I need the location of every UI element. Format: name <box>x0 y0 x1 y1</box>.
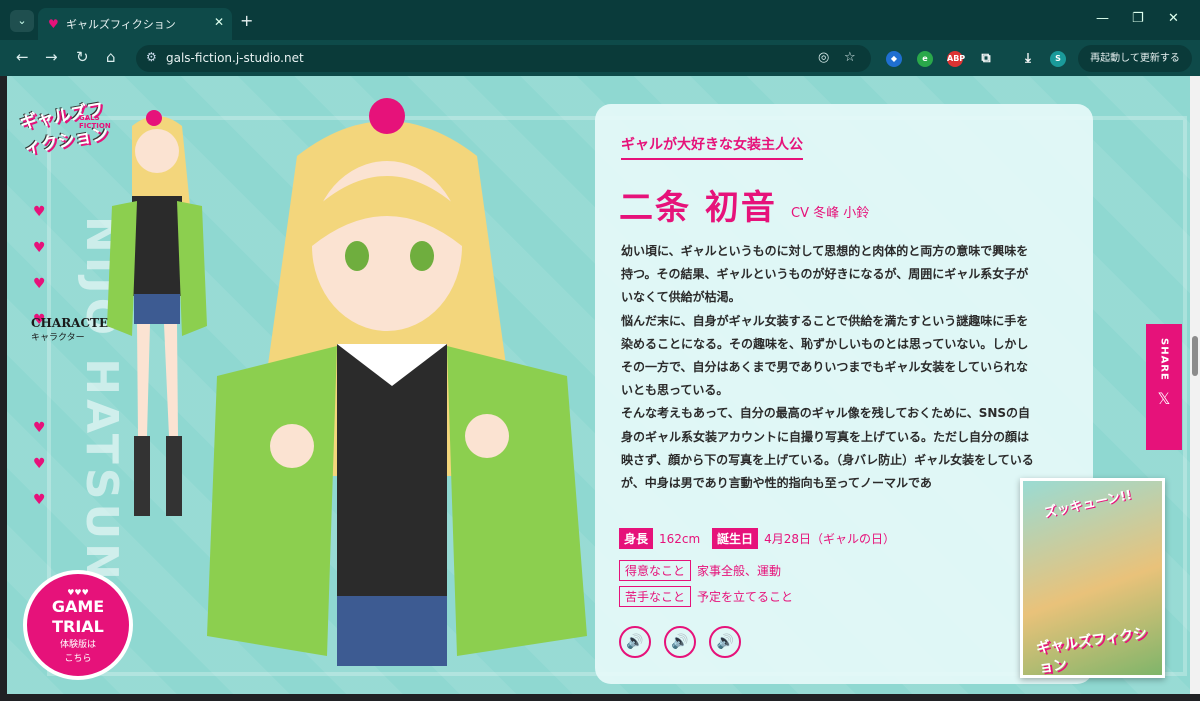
home-icon[interactable]: ⌂ <box>106 48 116 66</box>
trial-sub-line2: こちら <box>64 654 92 664</box>
page-content: ギャルズフィクション GALS FICTION NIJO HATSUNE ♥ ♥… <box>7 76 1192 694</box>
heart-nav-icon[interactable]: ♥ <box>33 420 49 456</box>
bio-paragraph: 幼い頃に、ギャルというものに対して思想的と肉体的と両方の意味で興味を持つ。その結… <box>621 244 1029 305</box>
good-label: 得意なこと <box>619 560 692 581</box>
voice-play-icon[interactable]: 🔊 <box>664 626 697 658</box>
character-name: 二条 初音 <box>619 188 777 228</box>
character-catchphrase: ギャルが大好きな女装主人公 <box>621 134 803 160</box>
tab-title: ギャルズフィクション <box>66 18 176 31</box>
character-thumbnail[interactable]: ズッキューン!! ギャルズフィクション <box>1020 478 1165 678</box>
bio-paragraph: 悩んだ末に、自身がギャル女装することで供給を満たすという謎趣味に手を染めることに… <box>621 313 1029 398</box>
voice-play-icon[interactable]: 🔊 <box>709 626 742 658</box>
heart-nav-icon[interactable]: ♥ <box>33 204 49 240</box>
bad-value: 予定を立てること <box>697 590 794 604</box>
scrollbar-thumb[interactable] <box>1192 336 1198 376</box>
character-main-image <box>207 98 587 666</box>
game-trial-button[interactable]: ♥♥♥ GAME TRIAL 体験版は こちら <box>23 570 133 680</box>
trial-hearts-icon: ♥♥♥ <box>67 588 89 597</box>
minimize-icon[interactable]: — <box>1096 11 1109 26</box>
share-label: SHARE <box>1158 338 1170 381</box>
maximize-icon[interactable]: ❐ <box>1132 11 1144 26</box>
new-tab-icon[interactable]: + <box>240 11 253 30</box>
heart-nav-icon[interactable]: ♥ <box>33 276 49 312</box>
forward-icon[interactable]: → <box>45 48 58 66</box>
heart-favicon-icon: ♥ <box>48 17 59 31</box>
good-at-row: 得意なこと 家事全般、運動 <box>619 560 789 581</box>
profile-stats-row: 身長 162cm 誕生日 4月28日（ギャルの日） <box>619 528 903 549</box>
adblock-extension-icon[interactable]: ABP <box>947 51 965 67</box>
birthday-label: 誕生日 <box>712 528 759 549</box>
bad-label: 苦手なこと <box>619 586 692 607</box>
x-logo-icon[interactable]: 𝕏 <box>1146 389 1182 408</box>
character-bio: 幼い頃に、ギャルというものに対して思想的と肉体的と両方の意味で興味を持つ。その結… <box>621 240 1037 488</box>
profile-avatar[interactable]: S <box>1050 51 1066 67</box>
heart-nav-icon[interactable]: ♥ <box>33 492 49 528</box>
trial-title-line2: TRIAL <box>52 617 104 636</box>
tab-bar: ⌄ ♥ ギャルズフィクション ✕ + — ❐ ✕ <box>0 0 1200 40</box>
site-info-icon[interactable]: ⚙ <box>146 50 157 64</box>
back-icon[interactable]: ← <box>16 48 29 66</box>
reload-icon[interactable]: ↻ <box>76 48 89 66</box>
diamond-extension-icon[interactable]: ◆ <box>886 51 902 67</box>
heart-nav-icon[interactable]: ♥ <box>33 240 49 276</box>
character-selector: ♥ ♥ ♥ ♥ ♥ ♥ ♥ <box>33 204 49 528</box>
share-button[interactable]: SHARE 𝕏 <box>1146 324 1182 450</box>
bio-paragraph: そんな考えもあって、自分の最高のギャル像を残しておくために、SNSの自身のギャル… <box>621 406 1034 488</box>
download-icon[interactable]: ⤓ <box>1020 51 1036 67</box>
thumbnail-illustration: ズッキューン!! ギャルズフィクション <box>1023 481 1162 677</box>
relaunch-button[interactable]: 再起動して更新する <box>1078 45 1192 72</box>
voice-play-icon[interactable]: 🔊 <box>619 626 651 658</box>
good-value: 家事全般、運動 <box>697 564 782 578</box>
trial-sub-line1: 体験版は <box>59 640 96 650</box>
thumbnail-logo: ギャルズフィクション <box>1035 625 1149 677</box>
url-text[interactable]: gals-fiction.j-studio.net <box>166 51 304 65</box>
height-label: 身長 <box>619 528 654 549</box>
active-tab[interactable]: ♥ ギャルズフィクション ✕ <box>38 8 232 40</box>
close-window-icon[interactable]: ✕ <box>1168 11 1179 26</box>
character-info-card: ギャルが大好きな女装主人公 二条 初音 CV 冬峰 小鈴 幼い頃に、ギャルという… <box>595 104 1093 684</box>
address-bar[interactable]: ⚙ gals-fiction.j-studio.net ◎ ☆ <box>136 45 871 72</box>
heart-nav-icon[interactable]: ♥ <box>33 456 49 492</box>
thumbnail-shout: ズッキューン!! <box>1042 487 1134 522</box>
trial-title-line1: GAME <box>51 597 105 616</box>
close-tab-icon[interactable]: ✕ <box>214 15 224 29</box>
voice-sample-buttons: 🔊 🔊 🔊 <box>619 626 749 658</box>
page-scrollbar[interactable] <box>1190 76 1200 694</box>
evernote-extension-icon[interactable]: e <box>917 51 933 67</box>
extensions-puzzle-icon[interactable]: ⧉ <box>978 51 994 67</box>
bookmark-star-icon[interactable]: ☆ <box>844 50 856 65</box>
browser-toolbar: ← → ↻ ⌂ ⚙ gals-fiction.j-studio.net ◎ ☆ … <box>0 40 1200 76</box>
birthday-value: 4月28日（ギャルの日） <box>764 532 895 546</box>
tab-search-icon[interactable]: ⌄ <box>10 10 34 32</box>
voice-actor: CV 冬峰 小鈴 <box>791 206 870 221</box>
height-value: 162cm <box>659 532 701 546</box>
bad-at-row: 苦手なこと 予定を立てること <box>619 586 801 607</box>
eye-off-icon[interactable]: ◎ <box>818 50 829 65</box>
